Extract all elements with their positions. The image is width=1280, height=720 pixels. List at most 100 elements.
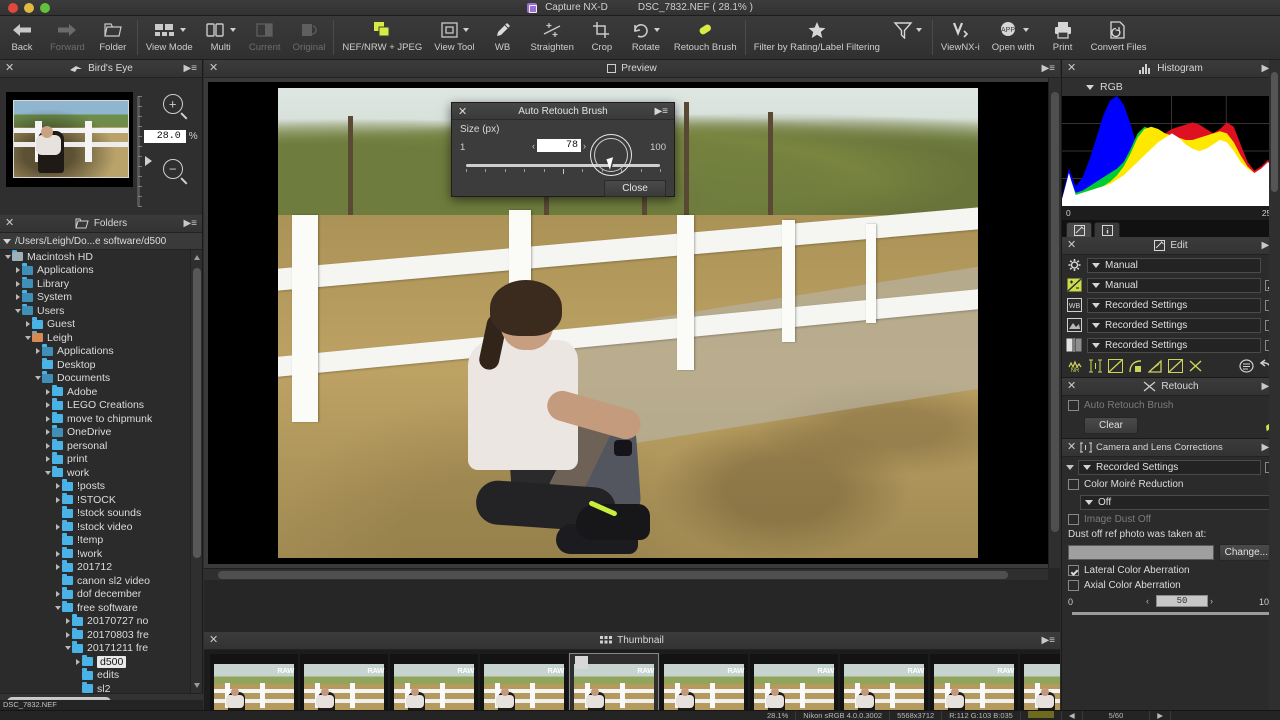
zoom-level-field[interactable]: 28.0 % (143, 130, 198, 143)
close-button[interactable]: Close (604, 180, 666, 197)
chevron-right-icon[interactable] (53, 564, 62, 571)
folder-tree-item[interactable]: d500 (0, 654, 190, 669)
folder-tree-item[interactable]: 201712 (0, 560, 190, 575)
chevron-down-icon[interactable] (1092, 262, 1100, 268)
scroll-up-arrow[interactable] (193, 255, 200, 260)
right-panel-tabs[interactable] (1062, 220, 1280, 237)
folder-tree-item[interactable]: Desktop (0, 357, 190, 372)
edit-setting-select[interactable]: Recorded Settings (1087, 317, 1261, 333)
edit-setting-row[interactable]: Manual (1062, 255, 1280, 275)
noise-reduction-icon[interactable]: NR (1068, 359, 1083, 374)
toolbar-button-back[interactable]: Back (0, 16, 44, 59)
toolbar-button-view-mode[interactable]: View Mode (140, 16, 199, 59)
chevron-right-icon[interactable] (53, 496, 62, 503)
zoom-level-value[interactable]: 28.0 (143, 130, 186, 143)
folder-tree-item[interactable]: Adobe (0, 384, 190, 399)
folder-tree-item[interactable]: Users (0, 303, 190, 318)
histogram-channel-select[interactable]: RGB (1062, 78, 1280, 96)
folder-tree-item[interactable]: canon sl2 video (0, 573, 190, 588)
camera-lens-preset-row[interactable]: Recorded Settings (1062, 457, 1280, 477)
increment-icon[interactable]: › (583, 141, 586, 151)
folder-tree[interactable]: Macintosh HD Applications Library System Use… (0, 250, 190, 693)
lateral-ca-row[interactable]: Lateral Color Aberration (1062, 563, 1280, 578)
close-icon[interactable]: ✕ (5, 218, 14, 229)
chevron-right-icon[interactable] (43, 402, 52, 409)
toolbar-button-convert-files[interactable]: Convert Files (1085, 16, 1153, 59)
chevron-down-icon[interactable] (3, 238, 11, 244)
decrement-icon[interactable]: ‹ (1146, 596, 1149, 606)
chevron-down-icon[interactable] (654, 28, 661, 32)
folder-tree-scrollbar[interactable] (190, 250, 202, 693)
color-moire-row[interactable]: Color Moiré Reduction (1062, 477, 1280, 492)
chevron-right-icon[interactable] (43, 442, 52, 449)
toolbar-button-folder[interactable]: Folder (91, 16, 135, 59)
camera-lens-preset-select[interactable]: Recorded Settings (1078, 459, 1261, 475)
image-dust-off-row[interactable]: Image Dust Off (1062, 512, 1280, 527)
close-icon[interactable]: ✕ (209, 635, 218, 646)
clear-button[interactable]: Clear (1084, 417, 1138, 434)
chevron-right-icon[interactable] (43, 429, 52, 436)
toolbar-button-viewnx-i[interactable]: ViewNX-i (935, 16, 986, 59)
toolbar-button-rotate[interactable]: Rotate (624, 16, 668, 59)
scrollbar-thumb[interactable] (1051, 92, 1059, 532)
chevron-right-icon[interactable] (53, 550, 62, 557)
toolbar-button-retouch-brush[interactable]: Retouch Brush (668, 16, 743, 59)
chevron-right-icon[interactable] (63, 618, 72, 625)
size-value[interactable]: 78 (537, 139, 581, 152)
panel-menu-icon[interactable]: ▶≡ (1041, 635, 1055, 646)
folder-tree-item[interactable]: dof december (0, 587, 190, 602)
close-icon[interactable]: ✕ (209, 63, 218, 74)
folder-tree-item[interactable]: edits (0, 668, 190, 683)
preview-horizontal-scrollbar[interactable] (204, 568, 1048, 580)
folder-tree-item[interactable]: !work (0, 546, 190, 561)
toolbar-button-print[interactable]: Print (1041, 16, 1085, 59)
axial-ca-slider[interactable]: 0 100 ‹ 50 › (1068, 595, 1274, 621)
panel-menu-icon[interactable]: ▶≡ (1041, 63, 1055, 74)
folder-tree-item[interactable]: personal (0, 438, 190, 453)
toolbar-button-crop[interactable]: Crop (580, 16, 624, 59)
size-slider-row[interactable]: 1 100 ‹ 78 › (460, 138, 666, 174)
folder-tree-item[interactable]: Documents (0, 371, 190, 386)
zoom-slider-handle[interactable] (145, 156, 153, 166)
auto-retouch-brush-checkbox[interactable] (1068, 400, 1079, 411)
edit-setting-select[interactable]: Manual (1087, 257, 1261, 273)
folder-tree-item[interactable]: System (0, 290, 190, 305)
chevron-right-icon[interactable] (13, 280, 22, 287)
folder-tree-item[interactable]: LEGO Creations (0, 398, 190, 413)
list-icon[interactable] (1239, 359, 1254, 374)
close-icon[interactable]: ✕ (5, 63, 14, 74)
dust-ref-field[interactable] (1068, 545, 1214, 560)
folder-tree-item[interactable]: 20170727 no (0, 614, 190, 629)
chevron-right-icon[interactable] (73, 658, 82, 665)
chevron-right-icon[interactable] (13, 267, 22, 274)
size-spinner[interactable]: ‹ 78 › (532, 139, 586, 152)
chevron-right-icon[interactable] (13, 294, 22, 301)
scrollbar-thumb[interactable] (193, 268, 201, 558)
chevron-right-icon[interactable] (43, 456, 52, 463)
auto-retouch-brush-dialog[interactable]: ✕ Auto Retouch Brush ▶≡ Size (px) 1 100 … (451, 102, 675, 197)
chevron-down-icon[interactable] (13, 308, 22, 313)
chevron-down-icon[interactable] (3, 254, 12, 259)
folder-tree-item[interactable]: print (0, 452, 190, 467)
tab-edit[interactable] (1066, 222, 1092, 237)
folder-tree-item[interactable]: !stock video (0, 519, 190, 534)
toolbar-button-straighten[interactable]: Straighten (525, 16, 580, 59)
edit-setting-row[interactable]: WB Recorded Settings (1062, 295, 1280, 315)
scroll-down-arrow[interactable] (193, 683, 200, 688)
chevron-down-icon[interactable] (1085, 499, 1093, 505)
panel-menu-icon[interactable]: ▶≡ (183, 218, 197, 229)
chevron-down-icon[interactable] (23, 335, 32, 340)
camera-lens-corrections-icon[interactable] (1088, 359, 1103, 374)
birds-eye-thumbnail[interactable] (6, 92, 134, 187)
status-next-arrow[interactable]: ▶ (1150, 711, 1172, 720)
folder-tree-item[interactable]: Library (0, 276, 190, 291)
chevron-down-icon[interactable] (1086, 84, 1094, 90)
folder-tree-item[interactable]: 20171211 fre (0, 641, 190, 656)
image-dust-off-checkbox[interactable] (1068, 514, 1079, 525)
folder-tree-item[interactable]: !posts (0, 479, 190, 494)
edit-setting-row[interactable]: Recorded Settings (1062, 335, 1280, 355)
unsharp-mask-icon[interactable] (1148, 359, 1163, 374)
chevron-down-icon[interactable] (1066, 464, 1074, 470)
close-icon[interactable]: ✕ (1067, 240, 1076, 251)
chevron-right-icon[interactable] (53, 591, 62, 598)
